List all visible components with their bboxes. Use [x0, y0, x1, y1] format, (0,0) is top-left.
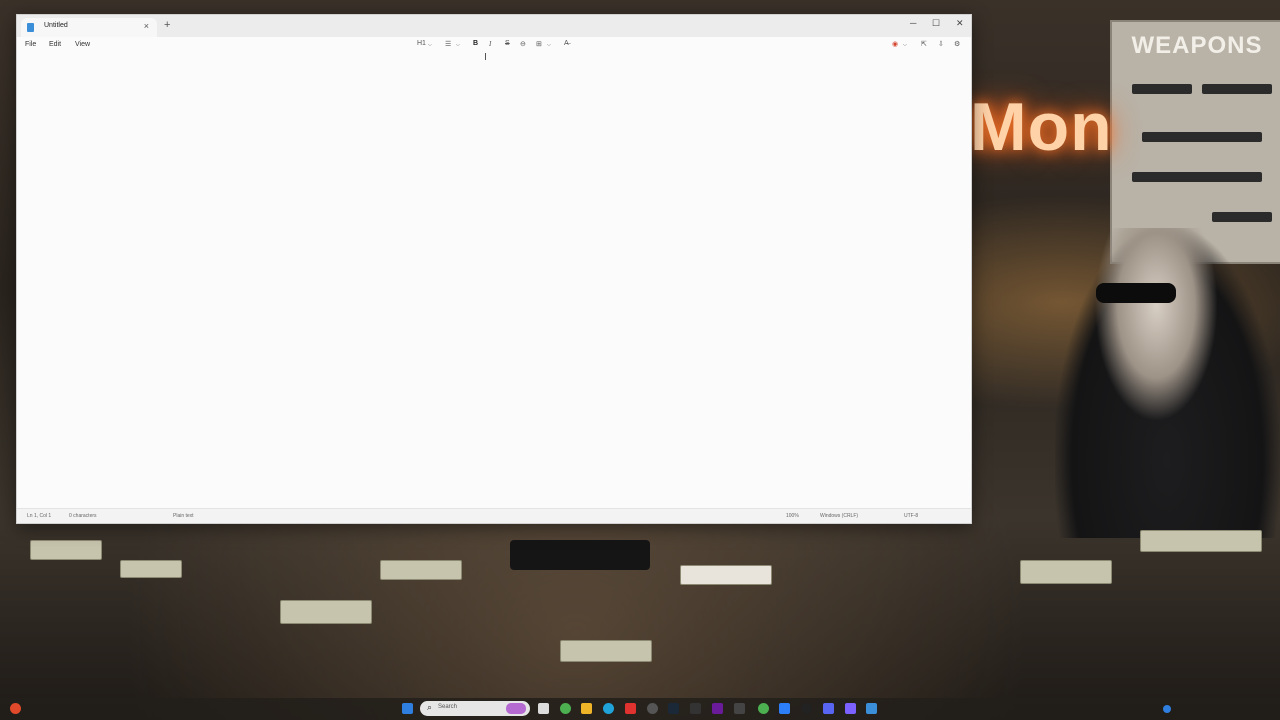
- app-icon[interactable]: [712, 703, 723, 714]
- app-icon[interactable]: [801, 703, 812, 714]
- app-icon[interactable]: [690, 703, 701, 714]
- share-icon[interactable]: ⇱: [921, 40, 927, 48]
- wallpaper-rifle: [1132, 172, 1262, 182]
- maximize-button[interactable]: ☐: [932, 18, 940, 29]
- wallpaper-pistol: [510, 540, 650, 570]
- list-icon[interactable]: ☰: [445, 40, 451, 48]
- tab-close-icon[interactable]: ×: [144, 21, 149, 31]
- list-chevron-icon[interactable]: ⌵: [456, 42, 460, 48]
- wallpaper-cards: [680, 565, 772, 585]
- app-icon[interactable]: [823, 703, 834, 714]
- clear-formatting-icon[interactable]: A̶: [564, 40, 569, 47]
- copilot-icon[interactable]: ◉: [892, 40, 898, 48]
- notepad-icon: [27, 23, 34, 32]
- wallpaper-poster-title: WEAPONS: [1131, 32, 1263, 59]
- file-explorer-icon[interactable]: [581, 703, 592, 714]
- weather-icon[interactable]: [10, 703, 21, 714]
- status-bar: Ln 1, Col 1 0 characters Plain text 100%…: [17, 508, 971, 523]
- menu-file[interactable]: File: [25, 41, 36, 48]
- table-icon[interactable]: ⊞: [536, 40, 542, 48]
- table-chevron-icon[interactable]: ⌵: [547, 42, 551, 48]
- text-cursor: [485, 53, 486, 60]
- copilot-chevron-icon[interactable]: ⌵: [903, 42, 907, 48]
- title-bar[interactable]: Untitled × + ─ ☐ ✕: [17, 15, 971, 37]
- zoom-level[interactable]: 100%: [786, 513, 799, 519]
- discord-icon[interactable]: [845, 703, 856, 714]
- notepad-window: Untitled × + ─ ☐ ✕ File Edit View H1 ⌵ ☰…: [16, 14, 972, 524]
- close-button[interactable]: ✕: [956, 18, 964, 29]
- link-icon[interactable]: ⊖: [520, 40, 526, 48]
- bold-icon[interactable]: B: [473, 40, 478, 47]
- line-ending[interactable]: Windows (CRLF): [820, 513, 858, 519]
- italic-icon[interactable]: I: [489, 40, 491, 48]
- chrome-icon[interactable]: [758, 703, 769, 714]
- wallpaper-rifle: [1132, 84, 1192, 94]
- app-icon[interactable]: [779, 703, 790, 714]
- acrobat-icon[interactable]: [625, 703, 636, 714]
- wallpaper-money: [120, 560, 182, 578]
- taskbar: ⌕ Search: [0, 698, 1280, 720]
- character-count: 0 characters: [69, 513, 97, 519]
- wallpaper-rifle: [1142, 132, 1262, 142]
- chrome-icon[interactable]: [560, 703, 571, 714]
- notepad-icon[interactable]: [866, 703, 877, 714]
- wallpaper-money: [380, 560, 462, 580]
- edge-icon[interactable]: [603, 703, 614, 714]
- menu-view[interactable]: View: [75, 41, 90, 48]
- wallpaper-neon-sign: Mon: [970, 89, 1113, 165]
- wallpaper-person: [1055, 228, 1280, 538]
- minimize-button[interactable]: ─: [910, 18, 916, 28]
- menu-toolbar: File Edit View H1 ⌵ ☰ ⌵ B I S ⊖ ⊞ ⌵ A̶ ◉…: [17, 37, 971, 51]
- start-icon[interactable]: [402, 703, 413, 714]
- heading-button[interactable]: H1: [417, 40, 426, 47]
- download-icon[interactable]: ⇩: [938, 40, 944, 48]
- wallpaper-rifle: [1212, 212, 1272, 222]
- tab-title: Untitled: [44, 22, 68, 29]
- wallpaper-money: [1140, 530, 1262, 552]
- text-editor-area[interactable]: [17, 51, 971, 507]
- strikethrough-icon[interactable]: S: [505, 40, 510, 47]
- app-icon[interactable]: [734, 703, 745, 714]
- encoding[interactable]: UTF-8: [904, 513, 918, 519]
- task-view-icon[interactable]: [538, 703, 549, 714]
- wallpaper-rifle: [1202, 84, 1272, 94]
- search-icon: ⌕: [427, 702, 433, 712]
- taskbar-search[interactable]: ⌕ Search: [420, 701, 530, 716]
- tray-icon[interactable]: [1163, 705, 1171, 713]
- search-highlight-icon: [506, 703, 526, 714]
- text-format[interactable]: Plain text: [173, 513, 194, 519]
- document-tab[interactable]: Untitled ×: [21, 18, 157, 37]
- steam-icon[interactable]: [668, 703, 679, 714]
- new-tab-button[interactable]: +: [164, 19, 170, 31]
- cursor-position: Ln 1, Col 1: [27, 513, 52, 519]
- wallpaper-money: [280, 600, 372, 624]
- wallpaper-money: [30, 540, 102, 560]
- wallpaper-money: [560, 640, 652, 662]
- search-placeholder: Search: [438, 704, 458, 710]
- heading-chevron-icon[interactable]: ⌵: [428, 42, 432, 48]
- wallpaper-sunglasses: [1096, 283, 1176, 303]
- app-icon[interactable]: [647, 703, 658, 714]
- settings-gear-icon[interactable]: ⚙: [954, 40, 960, 48]
- wallpaper-money: [1020, 560, 1112, 584]
- menu-edit[interactable]: Edit: [49, 41, 61, 48]
